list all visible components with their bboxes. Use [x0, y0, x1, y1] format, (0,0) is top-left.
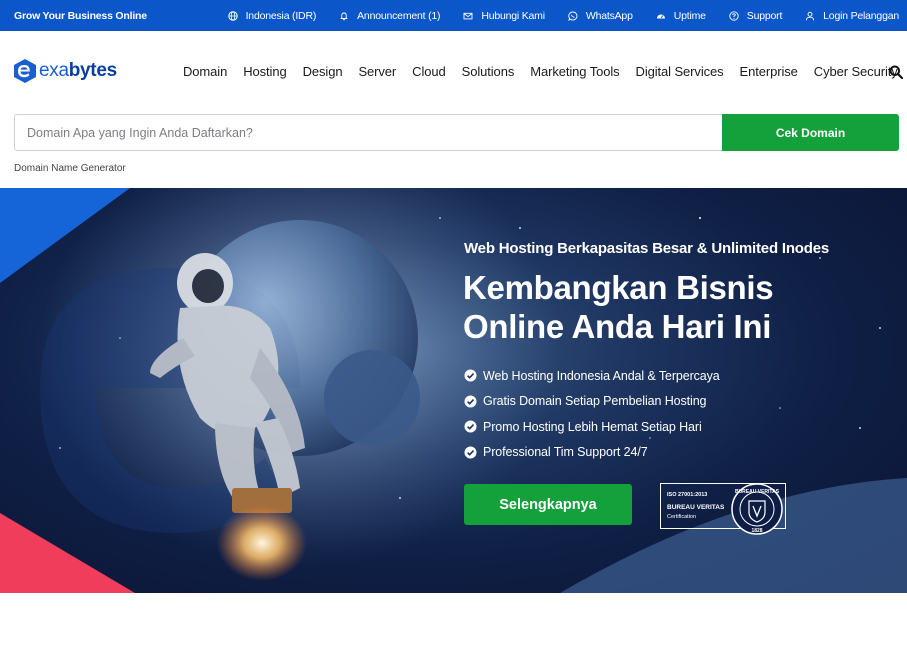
- hero-feature-list: Web Hosting Indonesia Andal & Terpercaya…: [464, 363, 720, 465]
- hero-title-line-1: Kembangkan Bisnis: [463, 269, 774, 306]
- check-circle-icon: [464, 420, 477, 433]
- check-circle-icon: [464, 446, 477, 459]
- nav-item-domain[interactable]: Domain: [175, 64, 235, 79]
- top-link-whatsapp[interactable]: WhatsApp: [568, 10, 633, 22]
- top-link-label: Uptime: [673, 9, 706, 22]
- nav-item-server[interactable]: Server: [350, 64, 404, 79]
- hero-headline: Web Hosting Berkapasitas Besar & Unlimit…: [464, 240, 830, 257]
- feature-item: Gratis Domain Setiap Pembelian Hosting: [464, 389, 720, 415]
- top-link-label: WhatsApp: [585, 9, 633, 22]
- whatsapp-icon: [568, 11, 578, 21]
- check-circle-icon: [464, 395, 477, 408]
- main-nav: Domain Hosting Design Server Cloud Solut…: [175, 64, 906, 79]
- exabytes-logo[interactable]: exabytes: [13, 58, 117, 84]
- top-links: Indonesia (IDR) Announcement (1) Hubungi…: [205, 0, 899, 31]
- selengkapnya-button[interactable]: Selengkapnya: [464, 484, 632, 525]
- user-icon: [806, 11, 815, 20]
- mail-icon: [463, 12, 473, 19]
- check-circle-icon: [464, 369, 477, 382]
- bell-icon: [340, 12, 348, 20]
- bureau-veritas-seal-icon: BUREAU VERITAS 1828: [731, 483, 783, 535]
- feature-text: Web Hosting Indonesia Andal & Terpercaya: [483, 368, 720, 383]
- feature-text: Gratis Domain Setiap Pembelian Hosting: [483, 394, 707, 409]
- exabytes-wordmark: exabytes: [39, 60, 117, 81]
- main-header: exabytes Domain Hosting Design Server Cl…: [0, 31, 907, 111]
- domain-search-input[interactable]: [14, 114, 723, 151]
- cek-domain-button[interactable]: Cek Domain: [722, 114, 899, 151]
- top-link-currency[interactable]: Indonesia (IDR): [227, 9, 317, 22]
- search-icon[interactable]: [889, 65, 903, 79]
- cert-iso-text: ISO 27001:2013: [667, 492, 708, 498]
- top-link-uptime[interactable]: Uptime: [656, 10, 706, 22]
- svg-text:1828: 1828: [751, 528, 762, 534]
- nav-item-hosting[interactable]: Hosting: [235, 64, 294, 79]
- top-link-label: Indonesia (IDR): [245, 9, 317, 22]
- cert-bureau-text: BUREAU VERITAS: [667, 504, 725, 511]
- top-link-label: Login Pelanggan: [823, 9, 899, 22]
- tagline: Grow Your Business Online: [14, 10, 147, 22]
- top-bar: Grow Your Business Online Indonesia (IDR…: [0, 0, 907, 31]
- hero-banner: Web Hosting Berkapasitas Besar & Unlimit…: [0, 188, 907, 593]
- cert-certification-text: Certification: [667, 514, 697, 520]
- nav-item-cloud[interactable]: Cloud: [404, 64, 453, 79]
- svg-text:BUREAU VERITAS: BUREAU VERITAS: [735, 489, 780, 495]
- top-link-label: Announcement (1): [357, 9, 441, 22]
- top-link-support[interactable]: Support: [729, 10, 782, 22]
- top-link-label: Hubungi Kami: [481, 9, 545, 22]
- feature-item: Web Hosting Indonesia Andal & Terpercaya: [464, 363, 720, 389]
- feature-item: Promo Hosting Lebih Hemat Setiap Hari: [464, 414, 720, 440]
- top-link-label: Support: [746, 9, 783, 22]
- top-link-login[interactable]: Login Pelanggan: [805, 10, 899, 22]
- top-link-announcement[interactable]: Announcement (1): [339, 9, 441, 22]
- nav-item-digital-services[interactable]: Digital Services: [628, 64, 732, 79]
- feature-text: Promo Hosting Lebih Hemat Setiap Hari: [483, 419, 702, 434]
- nav-item-design[interactable]: Design: [295, 64, 351, 79]
- feature-text: Professional Tim Support 24/7: [483, 445, 648, 460]
- speedometer-icon: [656, 14, 665, 18]
- iso-certification-badge: ISO 27001:2013 BUREAU VERITAS Certificat…: [660, 483, 786, 535]
- question-circle-icon: [729, 10, 739, 21]
- hero-title: Kembangkan Bisnis Online Anda Hari Ini: [463, 268, 883, 346]
- nav-item-enterprise[interactable]: Enterprise: [732, 64, 806, 79]
- globe-icon: [227, 10, 238, 21]
- domain-name-generator-link[interactable]: Domain Name Generator: [14, 163, 126, 174]
- hero-title-line-2: Online Anda Hari Ini: [463, 308, 772, 345]
- exabytes-logo-mark: [14, 59, 36, 83]
- top-link-contact[interactable]: Hubungi Kami: [463, 10, 545, 22]
- feature-item: Professional Tim Support 24/7: [464, 440, 720, 466]
- nav-item-solutions[interactable]: Solutions: [454, 64, 523, 79]
- nav-item-marketing-tools[interactable]: Marketing Tools: [522, 64, 627, 79]
